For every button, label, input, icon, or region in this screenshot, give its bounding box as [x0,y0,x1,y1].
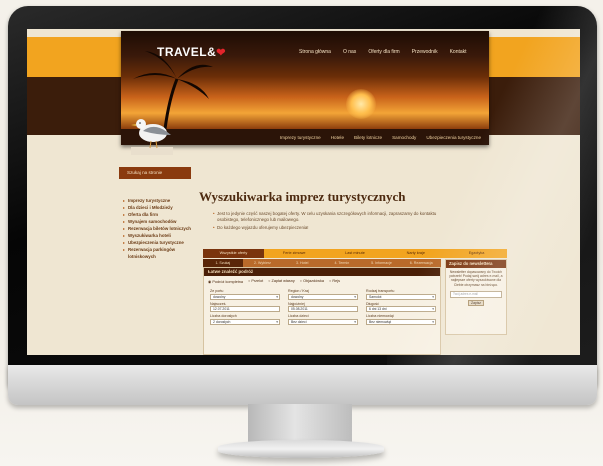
cat-nav-cars[interactable]: Samochody [392,135,416,140]
search-form-title: Łatwe znaleźć podróż [204,268,440,276]
intro-insurance-note: Do każdego wyjazdu oferujemy ubezpieczen… [213,225,451,231]
radio-complete-trip[interactable]: Podróż kompletna [208,279,243,284]
step-booking[interactable]: 6. Rezerwacja [401,259,441,267]
top-nav-contact[interactable]: Kontakt [450,49,467,55]
newsletter-subscribe-button[interactable]: Zapisz [468,299,484,306]
date-from-input[interactable]: 12.07.2011 [210,306,280,313]
search-fields: Ze portu dowolny Region / Kraj dowolny R… [204,287,440,327]
transport-select[interactable]: Samolot [366,293,436,300]
site-logo[interactable]: TRAVEL&❤ [157,45,226,59]
breadcrumb[interactable]: Szukaj na stronie [119,167,191,179]
monitor-chin [8,365,597,405]
top-nav-home[interactable]: Strona główna [299,49,331,55]
newsletter-text: Newsletter dopasowany do Twoich potrzeb!… [449,270,503,287]
date-to-input[interactable]: 05.08.2011 [288,306,358,313]
step-info[interactable]: 5. Informacje [362,259,402,267]
infants-select[interactable]: Bez niemowląt [366,318,436,325]
field-adults: Liczba dorosłych 2 dorosłych [210,314,280,325]
top-nav-guide[interactable]: Przewodnik [412,49,438,55]
sidebar-item-tours[interactable]: Imprezy turystyczne [123,197,193,204]
cat-nav-insurance[interactable]: Ubezpieczenia turystyczne [426,135,481,140]
step-choose[interactable]: 2. Wybierz [243,259,283,267]
sidebar-item-youth[interactable]: Dla dzieci i Młodzieży [123,204,193,211]
sidebar-item-insurance[interactable]: Ubezpieczenia turystyczne [123,239,193,246]
cat-nav-hotels[interactable]: Hotele [331,135,344,140]
sidebar-item-business[interactable]: Oferta dla firm [123,211,193,218]
sidebar-menu: Imprezy turystyczne Dla dzieci i Młodzie… [123,197,193,260]
search-steps: 1. Szukaj 2. Wybierz 3. Hotel 4. Termin … [203,259,441,267]
intro-paragraph: Jest to jedynie część naszej bogatej ofe… [213,211,451,222]
heart-icon: ❤ [216,47,226,59]
step-date[interactable]: 4. Termin [322,259,362,267]
radio-tour[interactable]: Objazdówka [300,279,324,284]
radio-flight[interactable]: Przelot [248,279,263,284]
departure-select[interactable]: dowolny [210,293,280,300]
step-search[interactable]: 1. Szukaj [203,259,243,267]
newsletter-email-input[interactable]: Twój adres e-mail [450,290,502,298]
duration-select[interactable]: 6 dni 13 dni [366,306,436,313]
cat-nav-flights[interactable]: Bilety lotnicze [354,135,382,140]
search-form: Łatwe znaleźć podróż Podróż kompletna Pr… [203,267,441,355]
newsletter-title: Zapisz do newslettera [446,260,506,268]
tab-ski[interactable]: Narty kraje [385,249,446,258]
children-select[interactable]: Bez dzieci [288,318,358,325]
sunset-sun [346,89,376,119]
offer-tabs: Wszystkie oferty Ferie zimowe Last minut… [203,249,507,258]
region-select[interactable]: dowolny [288,293,358,300]
page-title: Wyszukiwarka imprez turystycznych [199,189,406,204]
field-departure: Ze portu dowolny [210,289,280,300]
top-nav-business-offers[interactable]: Oferty dla firm [368,49,399,55]
field-transport: Rodzaj transportu Samolot [366,289,436,300]
logo-text: TRAVEL& [157,45,217,59]
monitor-frame: TRAVEL&❤ Strona główna O nas Oferty dla … [8,6,597,388]
radio-own-transport[interactable]: Zapłat własny [268,279,295,284]
tab-last-minute[interactable]: Last minute [325,249,386,258]
sidebar-item-flight-booking[interactable]: Rezerwacja biletów lotniczych [123,225,193,232]
radio-cruise[interactable]: Rejs [329,279,340,284]
seagull-image [131,119,173,155]
newsletter-box: Zapisz do newslettera Newsletter dopasow… [445,259,507,335]
top-nav-about[interactable]: O nas [343,49,356,55]
field-children: Liczba dzieci Bez dzieci [288,314,358,325]
tab-all-offers[interactable]: Wszystkie oferty [203,249,264,258]
field-date-to: Najpóźniej 05.08.2011 [288,302,358,313]
tab-exotic[interactable]: Egzotyka [446,249,507,258]
sidebar-item-hotel-search[interactable]: Wyszukiwarka hoteli [123,232,193,239]
intro-text: Jest to jedynie część naszej bogatej ofe… [213,211,451,234]
field-region: Region / Kraj dowolny [288,289,358,300]
step-hotel[interactable]: 3. Hotel [282,259,322,267]
field-infants: Liczba niemowląt Bez niemowląt [366,314,436,325]
monitor-stand-neck [248,404,352,444]
sidebar-item-parking[interactable]: Rezerwacja parkingów lotniskowych [123,246,193,260]
field-date-from: Najwcześ. 12.07.2011 [210,302,280,313]
monitor-screen: TRAVEL&❤ Strona główna O nas Oferty dla … [27,29,580,355]
field-duration: Długość 6 dni 13 dni [366,302,436,313]
adults-select[interactable]: 2 dorosłych [210,318,280,325]
cat-nav-tours[interactable]: Imprezy turystyczne [280,135,321,140]
trip-type-options: Podróż kompletna Przelot Zapłat własny O… [204,276,440,287]
tab-winter-holidays[interactable]: Ferie zimowe [264,249,325,258]
sidebar-item-car-rental[interactable]: Wynajem samochodów [123,218,193,225]
monitor-stand-base [218,440,384,458]
top-navigation: Strona główna O nas Oferty dla firm Prze… [299,49,467,55]
